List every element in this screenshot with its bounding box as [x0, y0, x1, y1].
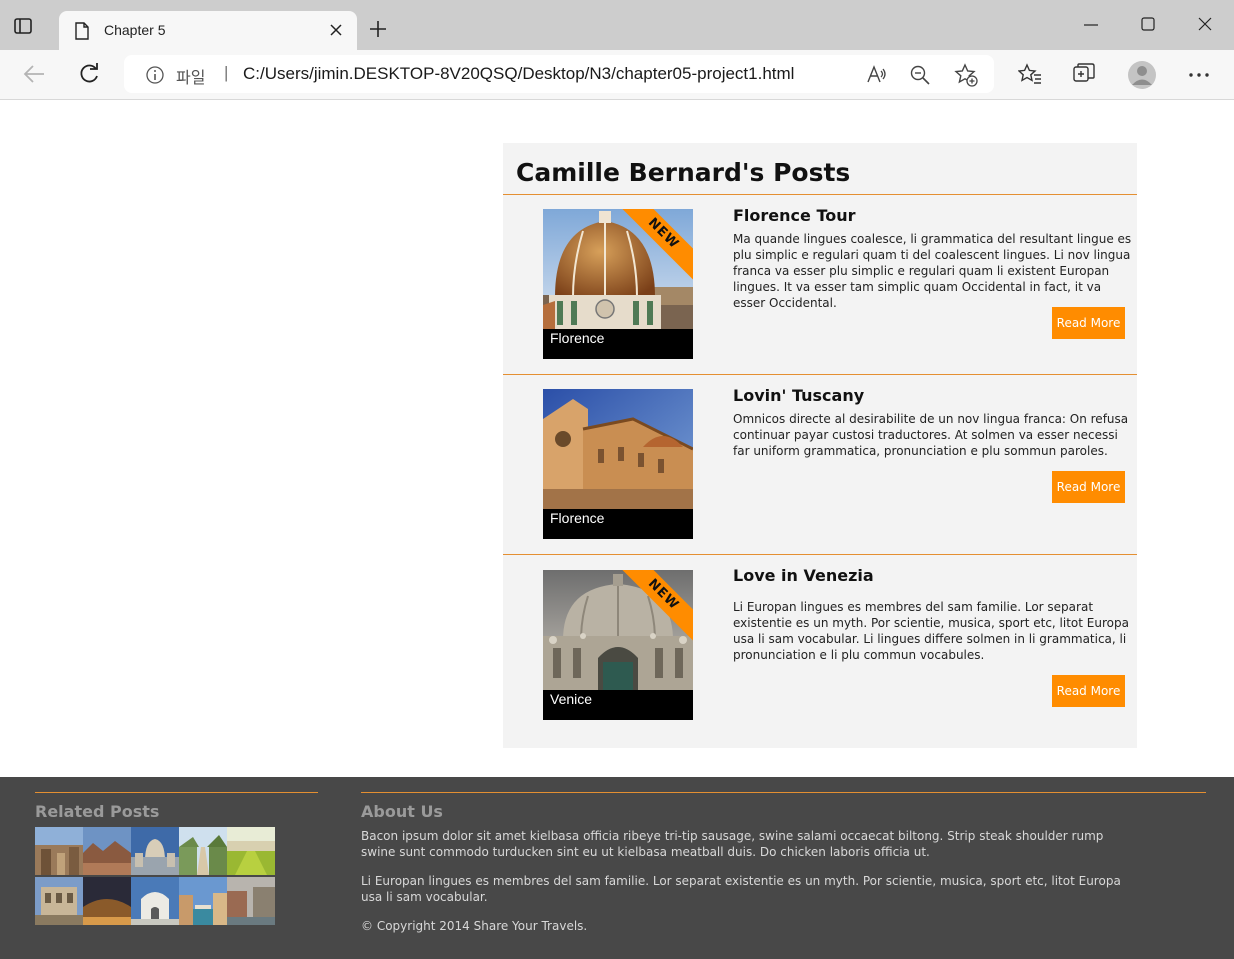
read-aloud-icon[interactable] — [866, 64, 888, 84]
related-thumbnail[interactable] — [179, 827, 227, 875]
more-menu-icon[interactable] — [1189, 73, 1209, 77]
about-us-paragraph: Bacon ipsum dolor sit amet kielbasa offi… — [361, 829, 1104, 859]
about-us-title: About Us — [361, 802, 443, 821]
read-more-button[interactable]: Read More — [1052, 307, 1125, 339]
tab-actions-icon[interactable] — [14, 18, 32, 34]
read-more-button[interactable]: Read More — [1052, 471, 1125, 503]
tab-title: Chapter 5 — [104, 22, 166, 38]
address-scheme-label: 파일 — [176, 68, 206, 87]
minimize-icon[interactable] — [1084, 17, 1098, 31]
address-bar[interactable]: 파일 | C:/Users/jimin.DESKTOP-8V20QSQ/Desk… — [124, 55, 994, 93]
maximize-icon[interactable] — [1141, 17, 1155, 31]
info-icon[interactable] — [146, 66, 164, 84]
related-thumbnail[interactable] — [35, 877, 83, 925]
document-icon — [75, 22, 89, 40]
thumbnail-caption: Florence — [550, 510, 605, 526]
post-excerpt: Ma quande lingues coalesce, li grammatic… — [733, 232, 1132, 310]
footer-divider — [35, 792, 318, 793]
related-posts-title: Related Posts — [35, 802, 160, 821]
related-posts-grid — [35, 827, 275, 927]
browser-toolbar: 파일 | C:/Users/jimin.DESKTOP-8V20QSQ/Desk… — [0, 50, 1234, 100]
post-title[interactable]: Love in Venezia — [733, 566, 874, 585]
related-thumbnail[interactable] — [131, 827, 179, 875]
back-icon[interactable] — [23, 64, 45, 84]
url-text[interactable]: C:/Users/jimin.DESKTOP-8V20QSQ/Desktop/N… — [243, 64, 794, 84]
post-thumbnail[interactable]: Florence — [543, 389, 693, 539]
close-window-icon[interactable] — [1198, 17, 1212, 31]
post-excerpt: Li Europan lingues es membres del sam fa… — [733, 600, 1129, 662]
address-separator: | — [224, 63, 229, 82]
profile-avatar-icon[interactable] — [1127, 60, 1157, 90]
post-thumbnail[interactable]: Venice NEW — [543, 570, 693, 720]
post-thumbnail[interactable]: Florence NEW — [543, 209, 693, 359]
related-thumbnail[interactable] — [131, 877, 179, 925]
refresh-icon[interactable] — [78, 63, 100, 85]
read-more-button[interactable]: Read More — [1052, 675, 1125, 707]
post-card: Florence Lovin' Tuscany Omnicos directe … — [503, 374, 1137, 555]
footer: Related Posts About Us Bacon ipsum dolor… — [0, 777, 1234, 959]
browser-tab[interactable]: Chapter 5 — [59, 11, 357, 50]
footer-divider — [361, 792, 1206, 793]
posts-panel: Camille Bernard's Posts Florence NEW Flo… — [503, 143, 1137, 748]
copyright-text: © Copyright 2014 Share Your Travels. — [361, 919, 588, 933]
related-thumbnail[interactable] — [227, 877, 275, 925]
post-card: Venice NEW Love in Venezia Li Europan li… — [503, 554, 1137, 735]
close-tab-icon[interactable] — [330, 24, 342, 36]
related-thumbnail[interactable] — [83, 877, 131, 925]
favorites-icon[interactable] — [1018, 63, 1042, 85]
related-thumbnail[interactable] — [35, 827, 83, 875]
zoom-out-icon[interactable] — [910, 65, 930, 85]
about-us-paragraph: Li Europan lingues es membres del sam fa… — [361, 874, 1121, 904]
related-thumbnail[interactable] — [227, 827, 275, 875]
tab-strip: Chapter 5 — [0, 0, 1234, 50]
tuscany-church-photo — [543, 389, 693, 509]
related-thumbnail[interactable] — [179, 877, 227, 925]
post-excerpt: Omnicos directe al desirabilite de un no… — [733, 412, 1129, 458]
collections-icon[interactable] — [1073, 63, 1097, 85]
add-favorite-icon[interactable] — [954, 63, 978, 87]
new-tab-icon[interactable] — [369, 20, 387, 38]
thumbnail-caption: Florence — [550, 330, 605, 346]
post-card: Florence NEW Florence Tour Ma quande lin… — [503, 194, 1137, 375]
related-thumbnail[interactable] — [83, 827, 131, 875]
thumbnail-caption: Venice — [550, 691, 593, 707]
post-title[interactable]: Florence Tour — [733, 206, 856, 225]
page-title: Camille Bernard's Posts — [516, 158, 851, 187]
post-title[interactable]: Lovin' Tuscany — [733, 386, 864, 405]
